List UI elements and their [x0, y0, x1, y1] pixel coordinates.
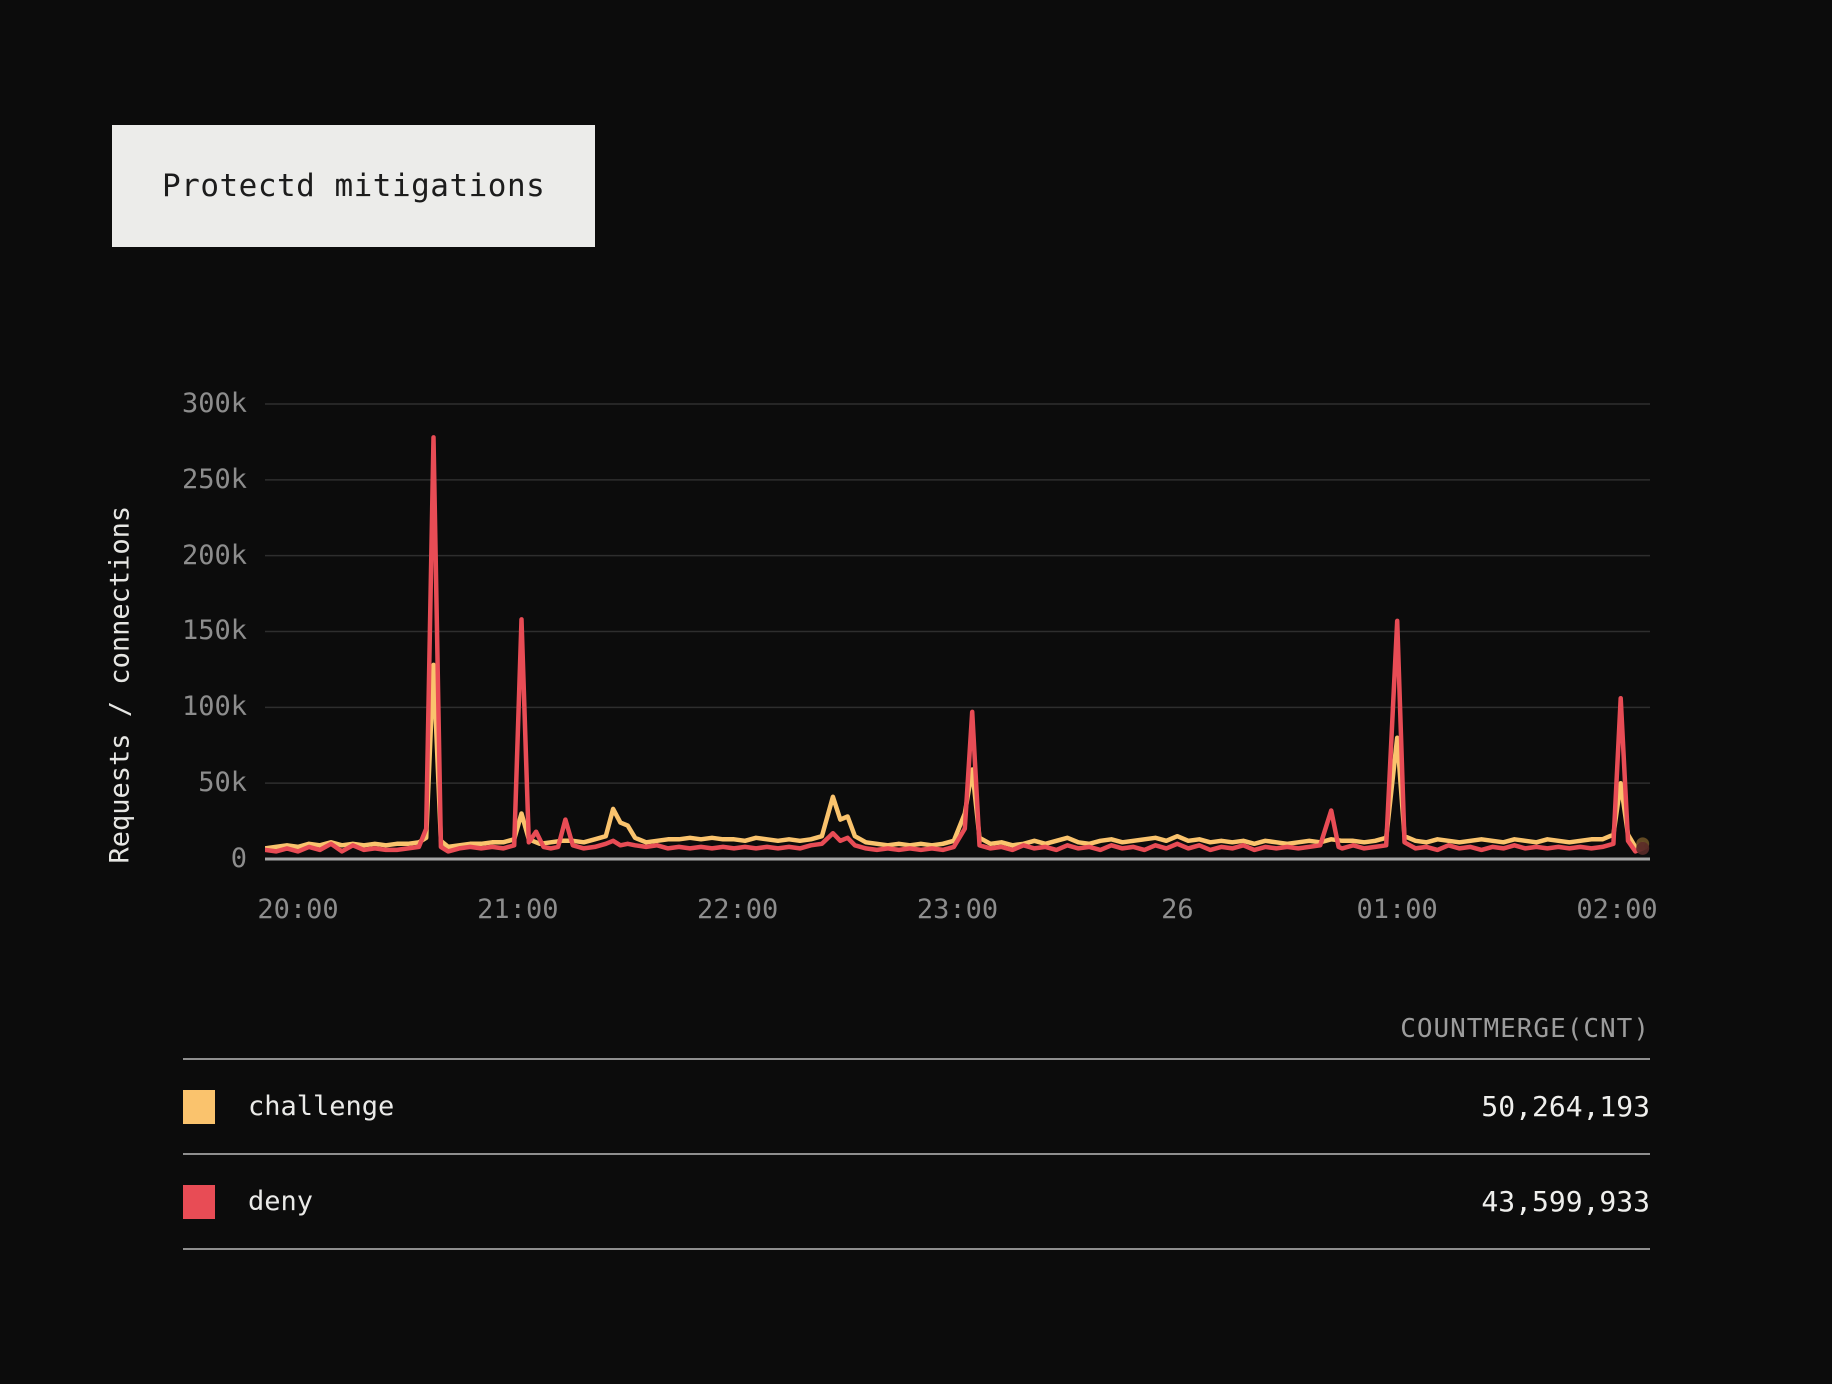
y-tick-150k: 150k	[181, 615, 247, 647]
legend-value-challenge: 50,264,193	[1481, 1090, 1650, 1123]
legend-row-deny[interactable]: deny 43,599,933	[183, 1155, 1650, 1250]
legend-label-challenge: challenge	[248, 1091, 395, 1122]
x-tick-02:00: 02:00	[1576, 894, 1658, 925]
y-tick-0: 0	[230, 843, 247, 874]
x-tick-01:00: 01:00	[1356, 894, 1438, 925]
x-tick-22:00: 22:00	[697, 894, 779, 925]
dashboard-panel: Protectd mitigations Requests / connecti…	[0, 0, 1832, 1384]
y-tick-50k: 50k	[198, 767, 247, 799]
legend-value-deny: 43,599,933	[1481, 1185, 1650, 1218]
legend-row-challenge[interactable]: challenge 50,264,193	[183, 1060, 1650, 1155]
y-tick-250k: 250k	[181, 463, 247, 495]
x-tick-21:00: 21:00	[477, 894, 559, 925]
series-line-deny[interactable]	[265, 435, 1645, 854]
panel-title: Protectd mitigations	[162, 168, 546, 204]
legend-column-header: COUNTMERGE(CNT)	[183, 1000, 1650, 1060]
x-tick-20:00: 20:00	[257, 894, 339, 925]
panel-title-box: Protectd mitigations	[112, 125, 595, 247]
challenge-color-swatch	[183, 1089, 215, 1124]
y-tick-100k: 100k	[181, 691, 247, 723]
x-tick-26: 26	[1161, 894, 1194, 925]
deny-color-swatch	[183, 1184, 215, 1219]
y-tick-200k: 200k	[181, 539, 247, 571]
legend-table: COUNTMERGE(CNT) challenge 50,264,193 deny 4…	[183, 1000, 1650, 1250]
series-line-challenge[interactable]	[265, 662, 1645, 851]
x-axis-tick-labels: 20:00 21:00 22:00 23:00 26 01:00 02:00	[257, 893, 1657, 933]
timeseries-plot[interactable]	[265, 390, 1650, 875]
x-tick-23:00: 23:00	[916, 894, 999, 925]
series-end-dot-deny	[1636, 841, 1650, 855]
legend-rows: challenge 50,264,193 deny 43,599,933	[183, 1060, 1650, 1250]
y-axis-tick-labels: 0 50k 100k 150k 200k 250k 300k	[110, 388, 247, 875]
y-tick-300k: 300k	[181, 388, 247, 419]
legend-label-deny: deny	[248, 1186, 314, 1217]
